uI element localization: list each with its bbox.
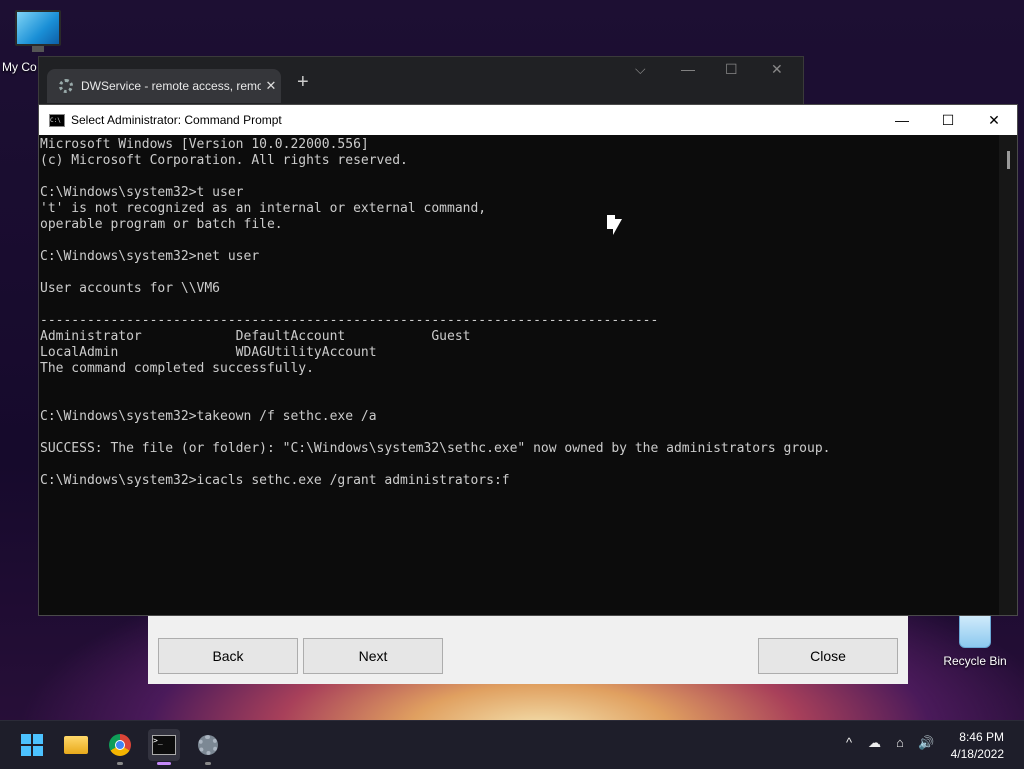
console-line: operable program or batch file. xyxy=(40,217,283,232)
gear-icon xyxy=(198,735,218,755)
chrome-button[interactable] xyxy=(104,729,136,765)
console-line: C:\Windows\system32>icacls sethc.exe /gr… xyxy=(40,473,510,488)
console-line: C:\Windows\system32>net user xyxy=(40,249,260,264)
browser-maximize-button[interactable]: ☐ xyxy=(725,61,738,78)
desktop-icon-label: Recycle Bin xyxy=(943,654,1007,668)
chrome-icon xyxy=(109,734,131,756)
console-line: C:\Windows\system32>takeown /f sethc.exe… xyxy=(40,409,377,424)
tray-overflow-chevron-icon[interactable]: ^ xyxy=(846,735,852,750)
network-icon[interactable]: ⌂ xyxy=(896,735,904,750)
console-line: Microsoft Windows [Version 10.0.22000.55… xyxy=(40,137,369,152)
system-clock[interactable]: 8:46 PM 4/18/2022 xyxy=(951,729,1004,763)
taskbar: >_ ^ ☁ ⌂ 🔊 8:46 PM 4/18/2022 xyxy=(0,720,1024,769)
file-explorer-button[interactable] xyxy=(60,729,92,761)
console-line: ----------------------------------------… xyxy=(40,313,659,328)
speaker-icon[interactable]: 🔊 xyxy=(918,735,934,751)
cmd-minimize-button[interactable]: — xyxy=(879,112,925,128)
cmd-maximize-button[interactable]: ☐ xyxy=(925,112,971,129)
clock-time: 8:46 PM xyxy=(959,730,1004,744)
browser-tab[interactable]: DWService - remote access, remo ✕ xyxy=(47,69,281,103)
recycle-bin-icon xyxy=(959,612,991,648)
dwservice-button[interactable] xyxy=(192,729,224,765)
cloud-offline-icon[interactable]: ☁ xyxy=(868,735,881,751)
tab-close-icon[interactable]: ✕ xyxy=(261,78,281,94)
cmd-window-title: Select Administrator: Command Prompt xyxy=(71,113,282,127)
terminal-icon: >_ xyxy=(152,735,176,755)
wizard-dialog: Back Next Close xyxy=(148,612,908,684)
cmd-title-bar[interactable]: C:\ Select Administrator: Command Prompt… xyxy=(39,105,1017,135)
back-button[interactable]: Back xyxy=(158,638,298,674)
scrollbar-thumb[interactable] xyxy=(1007,151,1010,169)
console-line: User accounts for \\VM6 xyxy=(40,281,221,296)
command-prompt-button[interactable]: >_ xyxy=(148,729,180,765)
browser-dropdown-icon[interactable]: ⌵ xyxy=(635,61,646,78)
cmd-close-button[interactable]: ✕ xyxy=(971,112,1017,129)
active-indicator xyxy=(157,762,171,765)
console-line: The command completed successfully. xyxy=(40,361,314,376)
monitor-icon xyxy=(15,10,61,52)
console-line: (c) Microsoft Corporation. All rights re… xyxy=(40,153,408,168)
folder-icon xyxy=(64,736,88,754)
console-line: SUCCESS: The file (or folder): "C:\Windo… xyxy=(40,441,831,456)
clock-date: 4/18/2022 xyxy=(950,747,1004,761)
console-line: Administrator DefaultAccount Guest xyxy=(40,329,471,344)
command-prompt-window: C:\ Select Administrator: Command Prompt… xyxy=(38,104,1018,616)
console-output[interactable]: Microsoft Windows [Version 10.0.22000.55… xyxy=(39,135,999,615)
next-button[interactable]: Next xyxy=(303,638,443,674)
desktop-icon-recycle-bin[interactable]: Recycle Bin xyxy=(937,612,1013,668)
console-line: 't' is not recognized as an internal or … xyxy=(40,201,487,216)
windows-logo-icon xyxy=(21,734,43,756)
new-tab-button[interactable]: + xyxy=(297,71,309,94)
browser-close-button[interactable]: ✕ xyxy=(771,61,783,78)
mouse-pointer-icon xyxy=(613,219,622,235)
console-line: C:\Windows\system32>t user xyxy=(40,185,244,200)
running-indicator xyxy=(205,762,211,765)
browser-minimize-button[interactable]: — xyxy=(681,61,695,77)
close-button[interactable]: Close xyxy=(758,638,898,674)
start-button[interactable] xyxy=(16,729,48,761)
running-indicator xyxy=(117,762,123,765)
console-line: LocalAdmin WDAGUtilityAccount xyxy=(40,345,377,360)
cmd-scrollbar[interactable] xyxy=(999,135,1017,615)
cmd-window-icon: C:\ xyxy=(49,113,65,127)
dwservice-favicon-icon xyxy=(59,79,73,93)
browser-tab-title: DWService - remote access, remo xyxy=(81,79,261,93)
